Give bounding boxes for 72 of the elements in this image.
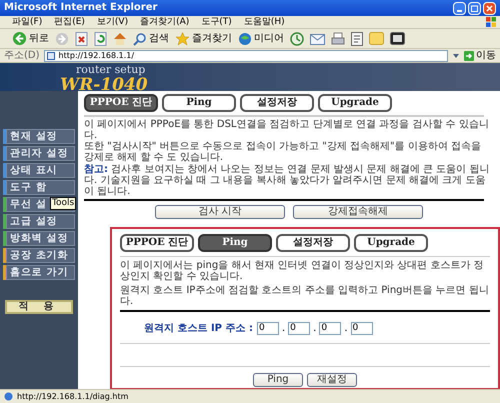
ip-octet-field[interactable]: 0 xyxy=(319,322,342,335)
paragraph: 원격지 호스트 IP주소에 점검할 호스트의 주소를 입력하고 Ping버튼을 누르면 됩니다. xyxy=(120,285,490,307)
ip-octet-field[interactable]: 0 xyxy=(288,322,310,335)
tab[interactable]: 설정저장 xyxy=(240,94,314,112)
dot-separator: . xyxy=(280,322,286,334)
tab[interactable]: Ping xyxy=(162,94,236,112)
envelope-icon[interactable] xyxy=(310,32,325,44)
tab[interactable]: Upgrade xyxy=(354,234,428,252)
printer-icon[interactable] xyxy=(331,32,345,46)
action-button[interactable]: 강제접속해제 xyxy=(293,205,423,219)
close-icon xyxy=(486,4,493,12)
menu-item[interactable]: 도구(T) xyxy=(201,18,232,26)
dot-separator: . xyxy=(343,322,349,334)
clock-icon[interactable] xyxy=(290,32,304,46)
maximize-button[interactable] xyxy=(468,2,481,14)
note-text: 참고: 검사후 보여지는 창에서 나오는 정보는 연결 문제 발생시 문제 해결에 큰 도움이 됩니다. 기술지원을 요구하실 때 그 내용을 복사해 놓았다가 알려주시면 문제 해결에 크게 도움이 됩니다. xyxy=(84,164,490,197)
back-button[interactable]: 뒤로 xyxy=(12,31,49,46)
sidebar-item[interactable]: 방화벽 설정 xyxy=(6,231,75,246)
ip-octet-field[interactable]: 0 xyxy=(256,322,279,335)
sidebar-item[interactable]: 상태 표시 xyxy=(6,163,75,178)
window-title: Microsoft Internet Explorer xyxy=(4,3,158,13)
tooltip: Tools xyxy=(50,197,76,210)
window-icon[interactable] xyxy=(390,32,405,45)
go-button[interactable]: 이동 xyxy=(464,50,496,60)
minimize-button[interactable] xyxy=(453,2,466,14)
action-button[interactable]: 재설정 xyxy=(307,373,357,387)
sidebar-item[interactable]: 공장 초기화 xyxy=(6,248,75,263)
tab[interactable]: Upgrade xyxy=(318,94,392,112)
paragraph: 이 페이지에서는 ping을 해서 현재 인터넷 연결이 정상인지와 상대편 호스트가 정상인지 확인할 수 있습니다. xyxy=(120,260,485,282)
menu-item[interactable]: 보기(V) xyxy=(96,18,128,26)
tab[interactable]: PPPOE 진단 xyxy=(84,94,158,112)
windows-logo-icon xyxy=(486,17,496,27)
ip-address-label: 원격지 호스트 IP 주소 : xyxy=(144,324,253,334)
ip-octet-field[interactable]: 0 xyxy=(350,322,373,335)
favorites-button[interactable]: 즐겨찾기 xyxy=(175,32,232,46)
menu-item[interactable]: 파일(F) xyxy=(12,18,42,26)
sidebar-item[interactable]: 관리자 설정 xyxy=(6,146,75,161)
action-button[interactable]: 검사 시작 xyxy=(155,205,285,219)
address-field[interactable]: http://192.168.1.1/ xyxy=(44,50,448,62)
document-icon[interactable] xyxy=(351,32,363,46)
menu-item[interactable]: 도움말(H) xyxy=(244,18,285,26)
paragraph: 이 페이지에서 PPPoE를 통한 DSL연결을 점검하고 단계별로 연결 과정을 검사할 수 있습니다. xyxy=(84,119,490,141)
close-button[interactable] xyxy=(483,2,496,14)
apply-button[interactable]: 적 용 xyxy=(5,300,73,314)
action-button[interactable]: Ping xyxy=(253,373,303,387)
home-icon[interactable] xyxy=(113,32,127,46)
tab[interactable]: Ping xyxy=(198,234,272,252)
search-icon xyxy=(133,32,147,46)
sidebar-item[interactable]: 홈으로 가기 xyxy=(6,265,75,280)
sidebar-item[interactable]: 고급 설정 xyxy=(6,214,75,229)
status-text: http://192.168.1.1/diag.htm xyxy=(17,392,128,400)
back-icon xyxy=(12,31,27,46)
sidebar-item[interactable]: 현재 설정 xyxy=(6,129,75,144)
tab[interactable]: 설정저장 xyxy=(276,234,350,252)
globe-icon xyxy=(238,32,252,46)
banner-subtitle: router setup xyxy=(75,64,146,75)
star-icon xyxy=(175,32,190,46)
dot-separator: . xyxy=(312,322,318,334)
media-button[interactable]: 미디어 xyxy=(238,32,284,46)
paragraph: 또한 "검사시작" 버튼으로 수동으로 접속이 가능하고 "강제 접속해제"를 이용하여 접속을 강제로 해제 할 수 도 있습니다. xyxy=(84,141,482,163)
logo: WR-1040 xyxy=(60,75,148,96)
refresh-icon[interactable] xyxy=(94,32,107,46)
tab[interactable]: PPPOE 진단 xyxy=(120,234,194,252)
sidebar-item[interactable]: 도구 함 xyxy=(6,180,75,195)
stop-icon[interactable] xyxy=(75,32,88,46)
menu-item[interactable]: 편집(E) xyxy=(54,18,85,26)
address-label: 주소(D) xyxy=(4,50,40,60)
menu-item[interactable]: 즐겨찾기(A) xyxy=(140,18,190,26)
maximize-icon xyxy=(471,4,478,12)
search-button[interactable]: 검색 xyxy=(133,32,169,46)
dropdown-icon[interactable] xyxy=(452,52,460,60)
go-arrow-icon xyxy=(464,50,474,60)
